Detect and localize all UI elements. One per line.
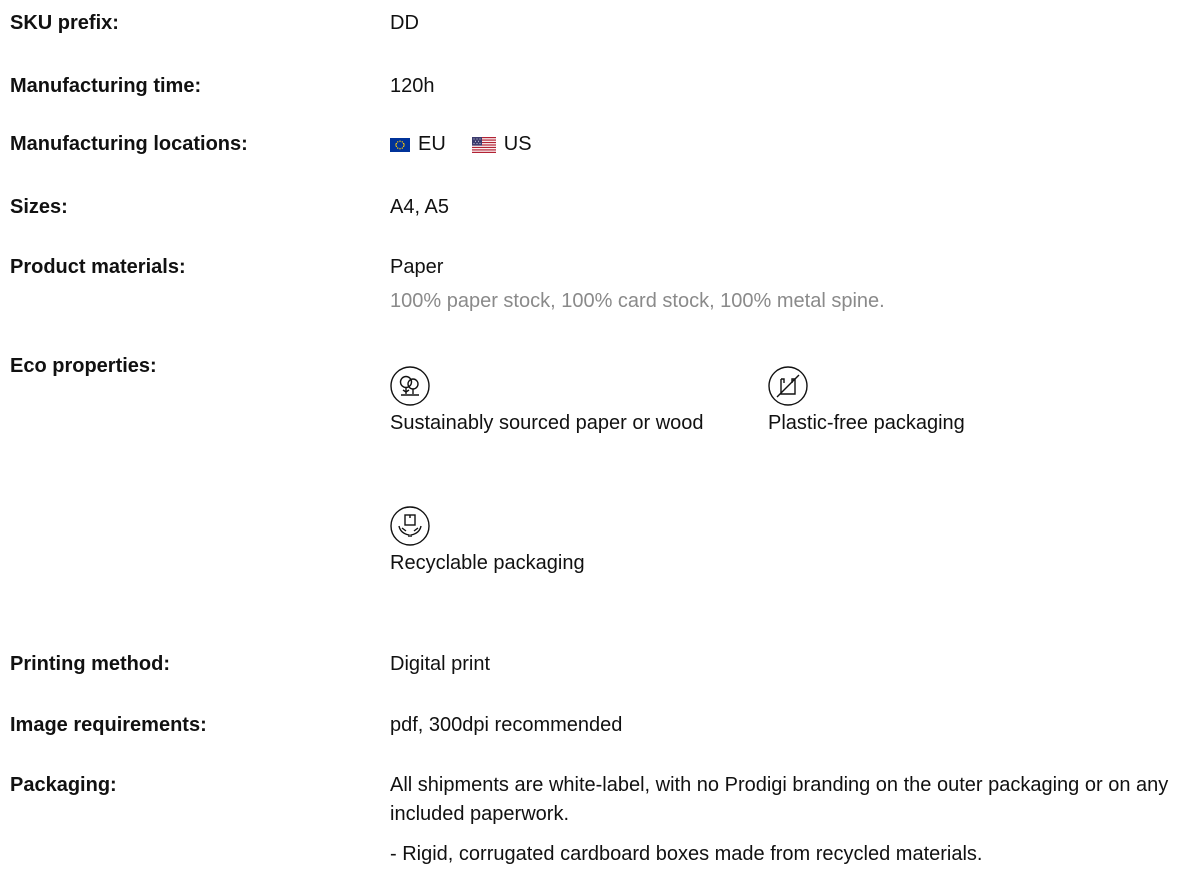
us-flag-icon [471,136,496,153]
manufacturing-time-value: 120h [390,75,435,97]
product-materials-label: Product materials: [10,256,186,278]
sku-value: DD [390,12,419,34]
product-materials-value: Paper [390,256,444,278]
manufacturing-time-label: Manufacturing time: [10,75,202,97]
packaging-detail: - Rigid, corrugated cardboard boxes made… [390,843,983,865]
eu-flag-icon [390,137,410,152]
eco-properties-label: Eco properties: [10,355,157,377]
location-us: US [503,133,532,155]
tree-icon [390,366,430,406]
eco-item-plastic-free: Plastic-free packaging [768,366,1168,438]
eco-item-sustainable-text: Sustainably sourced paper or wood [390,412,704,434]
hands-box-icon [390,506,430,546]
packaging-text: All shipments are white-label, with no P… [390,774,1169,825]
product-materials-detail: 100% paper stock, 100% card stock, 100% … [390,290,885,312]
no-plastic-bag-icon [768,366,808,406]
eco-item-recyclable-text: Recyclable packaging [390,552,585,574]
printing-method-value: Digital print [390,653,491,675]
sizes-value: A4, A5 [390,196,449,218]
location-eu: EU [418,133,446,155]
eco-item-recyclable: Recyclable packaging [390,506,760,578]
eco-item-plastic-free-text: Plastic-free packaging [768,412,965,434]
eco-item-sustainable: Sustainably sourced paper or wood [390,366,760,438]
manufacturing-locations-value: EU US [390,130,532,159]
sku-label: SKU prefix: [10,12,119,34]
packaging-label: Packaging: [10,774,117,796]
printing-method-label: Printing method: [10,653,170,675]
image-requirements-value: pdf, 300dpi recommended [390,714,623,736]
manufacturing-locations-label: Manufacturing locations: [10,133,248,155]
sizes-label: Sizes: [10,196,68,218]
image-requirements-label: Image requirements: [10,714,207,736]
